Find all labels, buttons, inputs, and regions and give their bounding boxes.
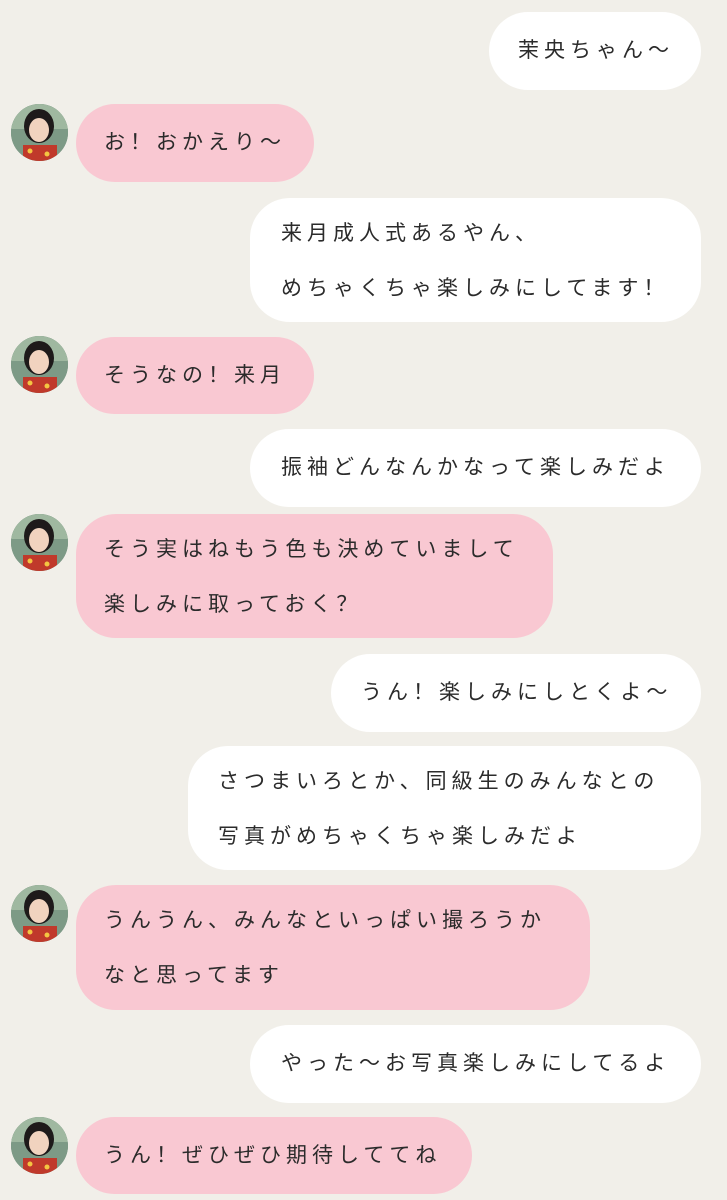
- message-text: 来月成人式あるやん、: [281, 221, 541, 245]
- message-text: うんうん、みんなといっぱい撮ろうか: [104, 908, 546, 932]
- message-text: うん！ぜひぜひ期待しててね: [104, 1143, 442, 1167]
- message-text: やった〜お写真楽しみにしてるよ: [281, 1051, 671, 1075]
- message-text: そうなの！来月: [104, 363, 286, 387]
- message-text: そう実はねもう色も決めていまして: [104, 537, 519, 561]
- sent-message-bubble: やった〜お写真楽しみにしてるよ: [250, 1025, 701, 1103]
- received-message-bubble: お！おかえり〜: [76, 104, 314, 182]
- received-message-bubble: そうなの！来月: [76, 337, 314, 414]
- message-text: 楽しみに取っておく？: [104, 592, 363, 616]
- contact-avatar[interactable]: [11, 885, 68, 942]
- received-message-bubble: うんうん、みんなといっぱい撮ろうか なと思ってます: [76, 885, 590, 1010]
- message-text: なと思ってます: [104, 963, 284, 987]
- message-text: 振袖どんなんかなって楽しみだよ: [281, 455, 670, 479]
- contact-avatar[interactable]: [11, 336, 68, 393]
- sent-message-bubble: 振袖どんなんかなって楽しみだよ: [250, 429, 701, 507]
- contact-avatar[interactable]: [11, 514, 68, 571]
- message-text: 写真がめちゃくちゃ楽しみだよ: [218, 824, 582, 848]
- contact-avatar[interactable]: [11, 1117, 68, 1174]
- message-text: めちゃくちゃ楽しみにしてます！: [281, 276, 670, 300]
- chat-thread: 茉央ちゃん〜 お！おかえり〜 来月成人式あるやん、 めちゃくちゃ楽しみにしてます…: [0, 0, 727, 1200]
- sent-message-bubble: うん！楽しみにしとくよ〜: [331, 654, 701, 732]
- received-message-bubble: そう実はねもう色も決めていまして 楽しみに取っておく？: [76, 514, 553, 638]
- message-text: うん！楽しみにしとくよ〜: [361, 680, 673, 704]
- contact-avatar[interactable]: [11, 104, 68, 161]
- received-message-bubble: うん！ぜひぜひ期待しててね: [76, 1117, 472, 1194]
- message-text: お！おかえり〜: [104, 130, 286, 154]
- sent-message-bubble: 来月成人式あるやん、 めちゃくちゃ楽しみにしてます！: [250, 198, 701, 322]
- sent-message-bubble: さつまいろとか、同級生のみんなとの 写真がめちゃくちゃ楽しみだよ: [188, 746, 701, 870]
- message-text: 茉央ちゃん〜: [518, 38, 674, 62]
- message-text: さつまいろとか、同級生のみんなとの: [218, 769, 660, 793]
- sent-message-bubble: 茉央ちゃん〜: [489, 12, 701, 90]
